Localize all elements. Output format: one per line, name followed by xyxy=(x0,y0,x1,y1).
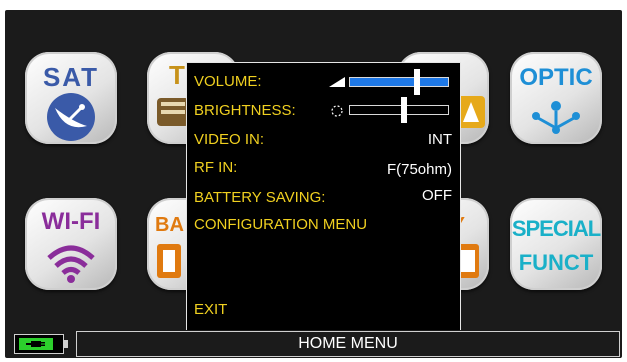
configuration-menu-item[interactable]: CONFIGURATION MENU xyxy=(194,216,367,233)
status-bar: HOME MENU xyxy=(10,330,621,358)
video-in-value[interactable]: INT xyxy=(428,131,452,148)
brightness-knob[interactable] xyxy=(401,97,407,123)
battery-nub xyxy=(64,340,68,348)
volume-knob[interactable] xyxy=(414,69,420,95)
home-menu-title: HOME MENU xyxy=(76,331,620,357)
video-in-label[interactable]: VIDEO IN: xyxy=(194,131,264,148)
settings-menu: VOLUME: BRIGHTNESS: VIDEO IN: INT RF IN:… xyxy=(186,62,461,333)
brightness-icon xyxy=(331,105,343,117)
device-screen: SAT T CT OPTIC xyxy=(5,10,622,358)
battery-saving-label[interactable]: BATTERY SAVING: xyxy=(194,189,325,206)
brightness-label: BRIGHTNESS: xyxy=(194,102,296,119)
rf-in-label[interactable]: RF IN: xyxy=(194,159,237,176)
battery-icon xyxy=(14,334,68,354)
wifi-icon xyxy=(47,245,95,283)
optic-tile[interactable]: OPTIC xyxy=(510,52,602,144)
special-label: SPECIAL xyxy=(511,216,601,241)
tile-icon xyxy=(157,244,181,278)
volume-fill xyxy=(350,78,448,86)
volume-label: VOLUME: xyxy=(194,73,262,90)
volume-slider[interactable] xyxy=(349,69,449,95)
optic-fiber-icon xyxy=(532,101,580,134)
optic-label: OPTIC xyxy=(519,64,593,91)
rf-in-value[interactable]: F(75ohm) xyxy=(387,161,452,178)
satellite-dish-icon xyxy=(47,93,95,141)
volume-icon xyxy=(329,77,345,87)
brightness-slider[interactable] xyxy=(349,97,449,123)
funct-label: FUNCT xyxy=(518,250,594,275)
plug-icon xyxy=(26,341,45,347)
exit-item[interactable]: EXIT xyxy=(194,301,227,318)
battery-saving-value[interactable]: OFF xyxy=(422,187,452,204)
sat-label: SAT xyxy=(42,62,100,92)
wifi-tile[interactable]: WI-FI xyxy=(25,198,117,290)
sat-tile[interactable]: SAT xyxy=(25,52,117,144)
wifi-label: WI-FI xyxy=(41,208,101,235)
special-funct-tile[interactable]: SPECIAL FUNCT xyxy=(510,198,602,290)
brightness-fill xyxy=(350,106,448,114)
